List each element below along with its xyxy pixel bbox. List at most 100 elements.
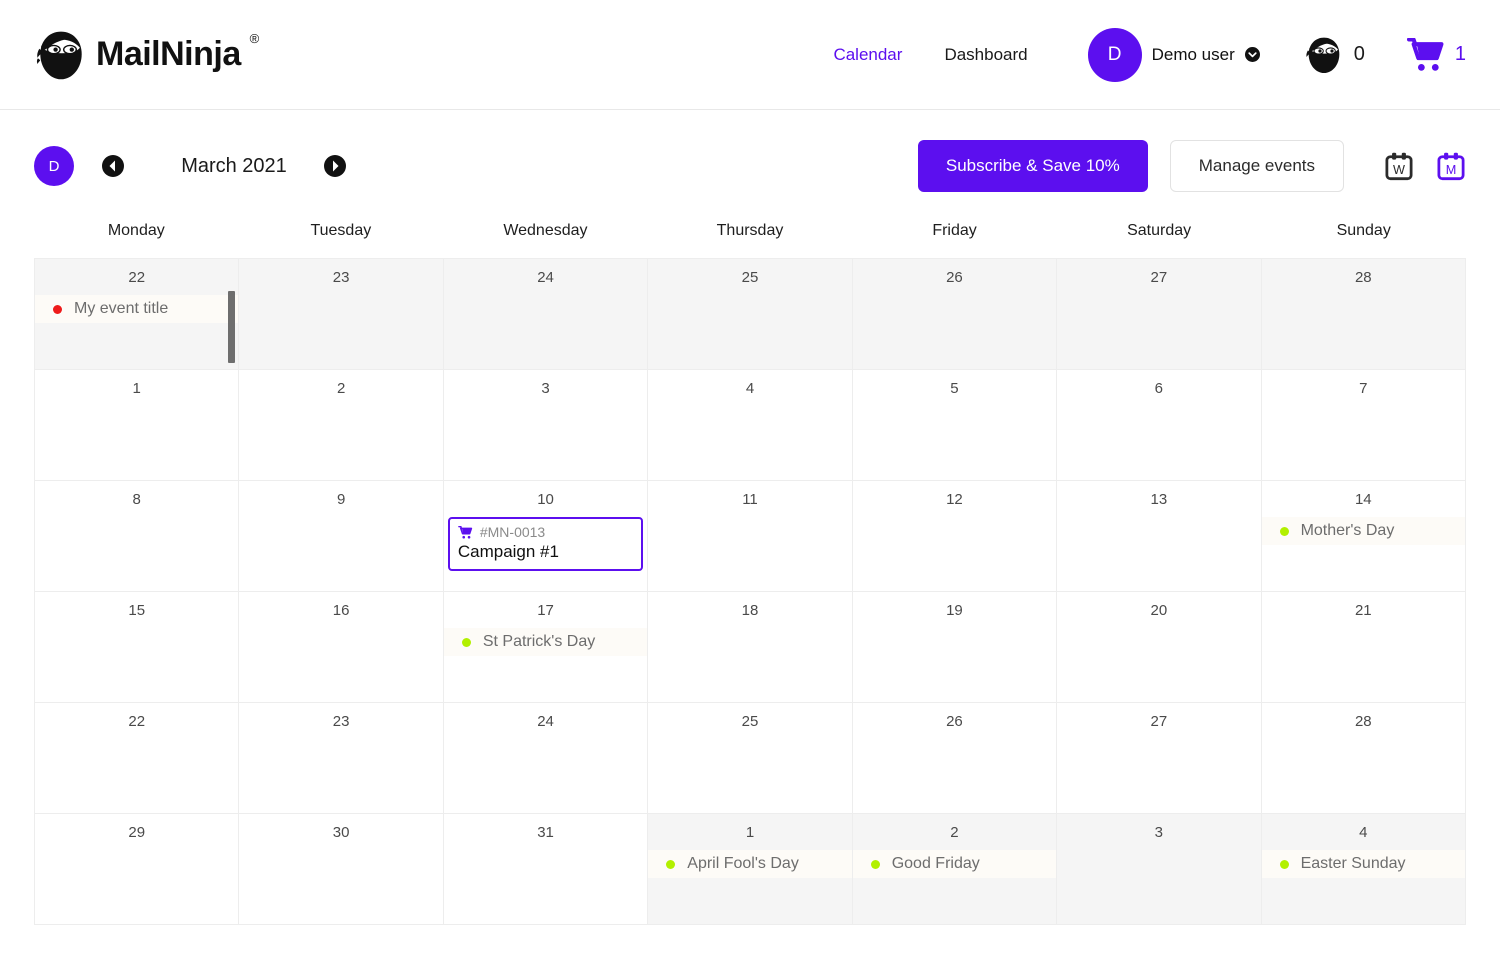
calendar-day-cell[interactable]: 28	[1261, 703, 1466, 814]
day-number: 25	[741, 269, 759, 286]
event-dot-icon	[666, 859, 676, 869]
calendar-day-cell[interactable]: 16	[239, 592, 444, 703]
calendar-day-cell[interactable]: 26	[852, 259, 1058, 370]
campaign-reference-row: #MN-0013	[458, 524, 633, 540]
day-number: 28	[1354, 269, 1372, 286]
calendar-day-cell[interactable]: 27	[1057, 703, 1262, 814]
day-number: 7	[1359, 380, 1368, 397]
event-title: St Patrick's Day	[482, 633, 596, 650]
top-bar: MailNinja ® Calendar Dashboard D Demo us…	[0, 0, 1500, 110]
calendar-day-cell[interactable]: 29	[35, 814, 240, 925]
brand-logo[interactable]: MailNinja ®	[34, 28, 259, 82]
calendar-day-cell[interactable]: 2 Good Friday	[852, 814, 1058, 925]
day-number: 24	[537, 713, 554, 730]
holiday-event[interactable]: My event title	[35, 295, 239, 323]
calendar: Monday Tuesday Wednesday Thursday Friday Satu…	[34, 222, 1466, 925]
calendar-day-cell[interactable]: 3	[1057, 814, 1262, 925]
holiday-event[interactable]: St Patrick's Day	[443, 628, 648, 656]
day-number: 28	[1354, 713, 1372, 730]
subscribe-save-button[interactable]: Subscribe & Save 10%	[917, 140, 1148, 192]
day-number: 31	[537, 824, 554, 841]
calendar-day-cell[interactable]: 28	[1261, 259, 1466, 370]
calendar-day-cell[interactable]: 22 My event title	[35, 259, 240, 370]
calendar-week-row: 1 2 3 4 5 6 7	[35, 370, 1466, 481]
day-number: 22	[128, 713, 146, 730]
campaign-reference: #MN-0013	[479, 524, 546, 540]
calendar-day-cell[interactable]: 4 Easter Sunday	[1261, 814, 1466, 925]
calendar-day-cell[interactable]: 20	[1057, 592, 1262, 703]
calendar-day-cell[interactable]: 11	[648, 481, 853, 592]
calendar-day-cell[interactable]: 3	[443, 370, 649, 481]
calendar-day-cell[interactable]: 25	[648, 259, 853, 370]
day-number: 20	[1150, 602, 1168, 619]
day-number: 13	[1150, 491, 1168, 508]
event-dot-icon	[53, 304, 62, 314]
calendar-day-cell[interactable]: 26	[852, 703, 1058, 814]
user-menu[interactable]: D Demo user	[1087, 27, 1260, 82]
calendar-day-cell[interactable]: 7	[1261, 370, 1466, 481]
calendar-day-cell[interactable]: 21	[1261, 592, 1466, 703]
calendar-day-cell[interactable]: 6	[1057, 370, 1262, 481]
calendar-day-cell[interactable]: 13	[1057, 481, 1262, 592]
campaign-event[interactable]: #MN-0013 Campaign #1	[447, 517, 644, 571]
calendar-day-cell[interactable]: 17 St Patrick's Day	[443, 592, 649, 703]
chevron-down-icon	[1244, 47, 1260, 62]
weekday-header-thursday: Thursday	[716, 222, 784, 239]
day-number: 2	[950, 824, 959, 841]
calendar-day-cell[interactable]: 27	[1057, 259, 1262, 370]
day-number: 25	[741, 713, 759, 730]
campaign-title: Campaign #1	[457, 542, 559, 561]
calendar-day-cell[interactable]: 14 Mother's Day	[1261, 481, 1466, 592]
avatar[interactable]: D	[1087, 27, 1142, 82]
calendar-day-cell[interactable]: 19	[852, 592, 1058, 703]
nav-link-dashboard[interactable]: Dashboard	[940, 39, 1031, 71]
weekday-header-friday: Friday	[932, 222, 977, 239]
calendar-day-cell[interactable]: 18	[648, 592, 853, 703]
calendar-day-cell[interactable]: 30	[239, 814, 444, 925]
day-number: 12	[946, 491, 963, 508]
calendar-day-cell[interactable]: 4	[648, 370, 853, 481]
holiday-event[interactable]: Good Friday	[852, 850, 1057, 878]
week-view-button[interactable]: W	[1384, 151, 1414, 181]
calendar-day-cell[interactable]: 10 #MN-0013 Campaign #1	[443, 481, 649, 592]
shopping-cart-icon	[458, 525, 473, 539]
calendar-day-cell[interactable]: 23	[239, 259, 444, 370]
calendar-day-cell[interactable]: 31	[443, 814, 649, 925]
calendar-day-cell[interactable]: 2	[239, 370, 444, 481]
calendar-day-cell[interactable]: 15	[35, 592, 240, 703]
manage-events-button[interactable]: Manage events	[1169, 140, 1344, 192]
calendar-day-cell[interactable]: 12	[852, 481, 1058, 592]
shopping-cart-icon	[1406, 37, 1444, 71]
month-view-button[interactable]: M	[1436, 151, 1466, 181]
calendar-day-cell[interactable]: 1 April Fool's Day	[648, 814, 853, 925]
calendar-day-cell[interactable]: 23	[239, 703, 444, 814]
calendar-day-cell[interactable]: 5	[852, 370, 1058, 481]
nav-link-calendar[interactable]: Calendar	[829, 39, 906, 71]
event-title: Good Friday	[891, 855, 980, 872]
calendar-day-cell[interactable]: 1	[35, 370, 240, 481]
holiday-event[interactable]: Mother's Day	[1261, 517, 1465, 545]
day-number: 26	[946, 269, 963, 286]
cart-button[interactable]: 1	[1406, 37, 1466, 72]
calendar-day-cell[interactable]: 25	[648, 703, 853, 814]
brand-name: MailNinja	[96, 35, 241, 73]
day-number: 9	[336, 491, 346, 508]
toolbar-avatar[interactable]: D	[34, 146, 74, 186]
ninja-credits-counter[interactable]: 0	[1304, 35, 1365, 75]
calendar-day-cell[interactable]: 24	[443, 703, 649, 814]
weekday-header-row: Monday Tuesday Wednesday Thursday Friday Satu…	[34, 222, 1466, 258]
holiday-event[interactable]: Easter Sunday	[1261, 850, 1465, 878]
calendar-day-cell[interactable]: 24	[443, 259, 649, 370]
calendar-day-cell[interactable]: 22	[35, 703, 240, 814]
previous-month-button[interactable]	[102, 155, 124, 177]
calendar-day-cell[interactable]: 8	[35, 481, 240, 592]
day-number: 18	[741, 602, 759, 619]
holiday-event[interactable]: April Fool's Day	[648, 850, 852, 878]
next-month-button[interactable]	[324, 155, 346, 177]
day-number: 5	[950, 380, 959, 397]
event-title: Mother's Day	[1300, 522, 1395, 539]
weekday-header-saturday: Saturday	[1127, 222, 1192, 239]
calendar-day-cell[interactable]: 9	[239, 481, 444, 592]
event-title: Easter Sunday	[1300, 855, 1406, 872]
day-cell-scrollbar[interactable]	[228, 291, 236, 363]
